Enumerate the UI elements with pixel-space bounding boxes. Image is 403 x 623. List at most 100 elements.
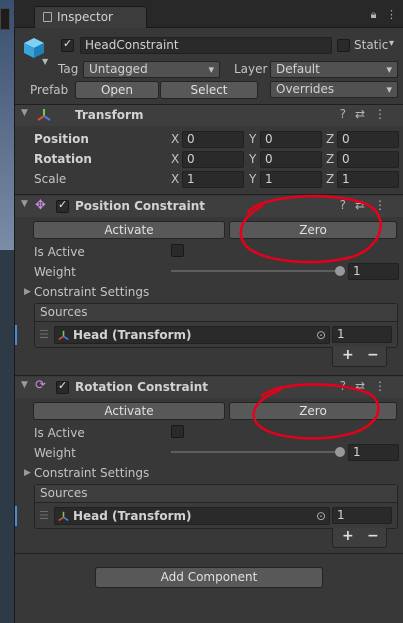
rotation-sources-list: Sources ☰ Head (Transform) ⊙ 1 (34, 484, 398, 529)
position-zero-button[interactable]: Zero (229, 221, 397, 239)
prefab-select-button[interactable]: Select (160, 81, 258, 99)
sources-label: Sources (40, 305, 88, 319)
tag-dropdown[interactable]: Untagged (83, 61, 220, 78)
rotation-source-weight-field[interactable]: 1 (332, 507, 392, 524)
divider (15, 194, 403, 195)
foldout-arrow-icon[interactable]: ▶ (24, 468, 31, 478)
remove-source-button[interactable]: − (367, 347, 379, 363)
scale-z-field[interactable]: 1 (337, 171, 399, 188)
position-constraint-icon: ✥ (35, 198, 46, 213)
foldout-arrow-icon[interactable]: ▶ (24, 287, 31, 297)
selection-indicator (15, 325, 17, 345)
add-component-button[interactable]: Add Component (95, 567, 323, 588)
position-constraint-settings-foldout[interactable]: Constraint Settings (34, 285, 149, 299)
rotation-activate-button[interactable]: Activate (33, 402, 225, 420)
drag-handle-icon[interactable]: ☰ (39, 509, 49, 522)
sources-label: Sources (40, 486, 88, 500)
prefab-open-button[interactable]: Open (75, 81, 159, 99)
position-source-name: Head (Transform) (73, 328, 192, 342)
remove-source-button[interactable]: − (367, 528, 379, 544)
transform-icon (37, 109, 51, 121)
foldout-arrow-icon[interactable]: ▼ (21, 380, 28, 390)
help-icon[interactable]: ? (340, 198, 355, 212)
position-weight-slider[interactable] (171, 270, 341, 272)
preset-icon[interactable]: ⇄ (355, 379, 374, 393)
inspector-tab-bar: Inspector 🔒︎ ⋮ (14, 0, 403, 28)
rotation-zero-button[interactable]: Zero (229, 402, 397, 420)
layer-dropdown[interactable]: Default (270, 61, 398, 78)
scale-x-field[interactable]: 1 (182, 171, 244, 188)
scale-y-field[interactable]: 1 (260, 171, 322, 188)
component-tools: ?⇄⋮ (340, 379, 395, 393)
position-z-field[interactable]: 0 (337, 131, 399, 148)
pos-x-label: X (171, 132, 180, 146)
tab-inspector[interactable]: Inspector (34, 6, 147, 28)
component-tools: ?⇄⋮ (340, 107, 395, 121)
rotation-constraint-header[interactable]: ▼ ⟳ Rotation Constraint ?⇄⋮ (15, 377, 403, 398)
active-checkbox[interactable] (61, 37, 74, 52)
position-source-object-field[interactable]: Head (Transform) ⊙ (54, 326, 330, 344)
position-source-weight-field[interactable]: 1 (332, 326, 392, 343)
rotation-constraint-settings-foldout[interactable]: Constraint Settings (34, 466, 149, 480)
layer-label: Layer (234, 62, 268, 76)
prefab-label: Prefab (30, 83, 69, 97)
rotation-z-field[interactable]: 0 (337, 151, 399, 168)
rotation-is-active-checkbox[interactable] (171, 425, 184, 438)
position-weight-label: Weight (34, 265, 76, 279)
rot-y-label: Y (249, 152, 257, 166)
rotation-weight-slider[interactable] (171, 451, 341, 453)
position-x-field[interactable]: 0 (182, 131, 244, 148)
scl-z-label: Z (326, 172, 335, 186)
lock-icon[interactable]: 🔒︎ (371, 8, 377, 21)
position-activate-button[interactable]: Activate (33, 221, 225, 239)
component-menu-icon[interactable]: ⋮ (374, 198, 395, 212)
tag-label: Tag (58, 62, 79, 76)
position-weight-field[interactable]: 1 (348, 263, 399, 280)
position-sources-controls: + − (332, 347, 387, 367)
icon-dropdown-icon[interactable]: ▼ (42, 57, 48, 66)
scene-tab-edge (0, 8, 10, 30)
rotation-source-name: Head (Transform) (73, 509, 192, 523)
prefab-overrides-dropdown[interactable]: Overrides (270, 81, 398, 98)
drag-handle-icon[interactable]: ☰ (39, 328, 49, 341)
help-icon[interactable]: ? (340, 107, 355, 121)
preset-icon[interactable]: ⇄ (355, 198, 374, 212)
more-menu-icon[interactable]: ⋮ (386, 8, 397, 21)
rotation-constraint-enabled-checkbox[interactable] (56, 379, 69, 394)
scl-y-label: Y (249, 172, 257, 186)
rotation-weight-field[interactable]: 1 (348, 444, 399, 461)
rotation-is-active-label: Is Active (34, 426, 85, 440)
rotation-sources-controls: + − (332, 528, 387, 548)
tab-inspector-label: Inspector (57, 10, 113, 24)
rotation-y-field[interactable]: 0 (260, 151, 322, 168)
rotation-source-object-field[interactable]: Head (Transform) ⊙ (54, 507, 330, 525)
rot-z-label: Z (326, 152, 335, 166)
rotation-weight-slider-thumb[interactable] (335, 447, 345, 457)
position-is-active-checkbox[interactable] (171, 244, 184, 257)
add-source-button[interactable]: + (342, 347, 354, 363)
scale-label: Scale (34, 172, 67, 186)
static-dropdown-icon[interactable]: ▾ (389, 38, 394, 49)
help-icon[interactable]: ? (340, 379, 355, 393)
foldout-arrow-icon[interactable]: ▼ (21, 199, 28, 209)
tab-tools: 🔒︎ ⋮ (371, 8, 397, 22)
component-menu-icon[interactable]: ⋮ (374, 379, 395, 393)
pos-y-label: Y (249, 132, 257, 146)
transform-header[interactable]: ▼ Transform ?⇄⋮ (15, 105, 403, 126)
object-picker-icon[interactable]: ⊙ (316, 508, 326, 524)
position-constraint-enabled-checkbox[interactable] (56, 198, 69, 213)
position-y-field[interactable]: 0 (260, 131, 322, 148)
preset-icon[interactable]: ⇄ (355, 107, 374, 121)
add-source-button[interactable]: + (342, 528, 354, 544)
object-name-field[interactable]: HeadConstraint (80, 37, 332, 54)
object-picker-icon[interactable]: ⊙ (316, 327, 326, 343)
rotation-x-field[interactable]: 0 (182, 151, 244, 168)
foldout-arrow-icon[interactable]: ▼ (21, 108, 28, 118)
component-menu-icon[interactable]: ⋮ (374, 107, 395, 121)
position-weight-slider-thumb[interactable] (335, 266, 345, 276)
position-constraint-header[interactable]: ▼ ✥ Position Constraint ?⇄⋮ (15, 196, 403, 217)
rotation-label: Rotation (34, 152, 92, 166)
static-checkbox[interactable] (337, 39, 350, 52)
transform-title: Transform (75, 108, 144, 122)
inspector-icon (43, 12, 52, 22)
